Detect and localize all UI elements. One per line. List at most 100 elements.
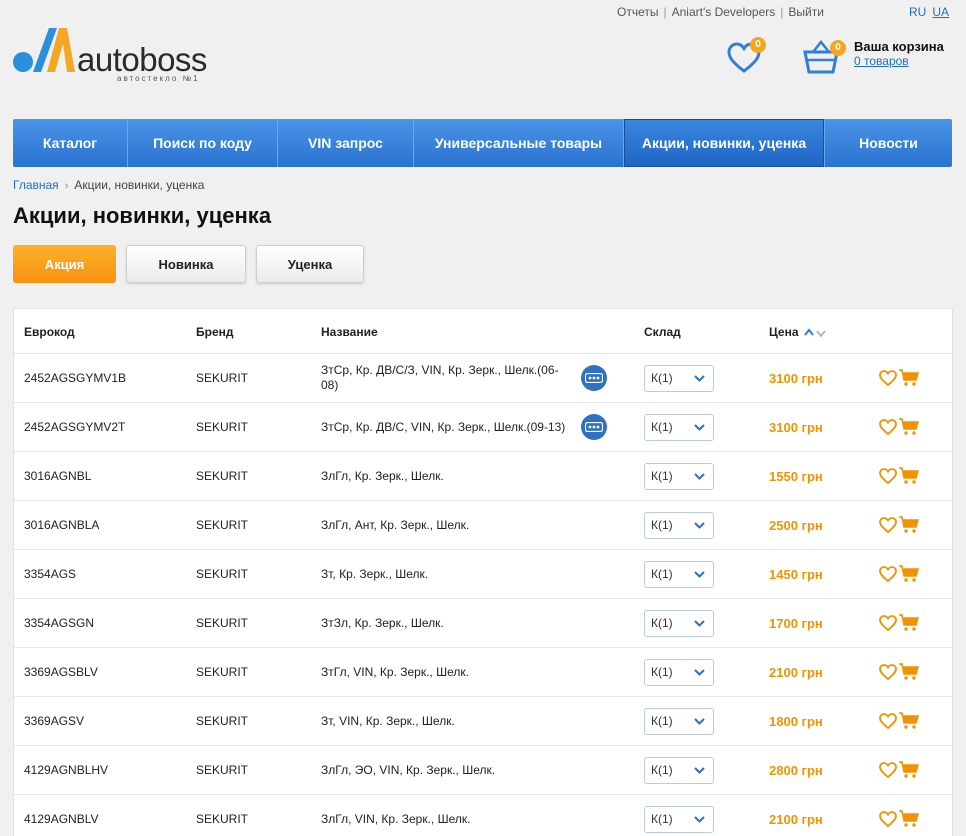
product-name-cell[interactable]: ЗлГл, Кр. Зерк., Шелк.	[321, 452, 569, 500]
cart-count-link[interactable]: 0 товаров	[854, 54, 909, 68]
stock-cell: К(1)	[644, 599, 714, 647]
eurocode-cell[interactable]: 2452AGSGYMV2T	[24, 403, 125, 451]
table-row: 4129AGNBLV SEKURIT ЗлГл, VIN, Кр. Зерк., Ш…	[14, 795, 952, 836]
stock-select-value: К(1)	[651, 763, 673, 777]
column-header-price[interactable]: Цена	[769, 325, 828, 339]
product-name-cell[interactable]: ЗтЗл, Кр. Зерк., Шелк.	[321, 599, 569, 647]
table-row: 3016AGNBLA SEKURIT ЗлГл, Ант, Кр. Зерк., Ш…	[14, 501, 952, 550]
stock-select[interactable]: К(1)	[644, 462, 714, 490]
brand-cell: SEKURIT	[196, 812, 249, 826]
reports-link[interactable]: Отчеты	[617, 5, 658, 19]
stock-select-value: К(1)	[651, 420, 673, 434]
eurocode-cell[interactable]: 4129AGNBLV	[24, 795, 99, 836]
row-actions	[879, 550, 919, 598]
heart-outline-icon[interactable]	[879, 419, 897, 435]
table-row: 3354AGS SEKURIT Зт, Кр. Зерк., Шелк. К(1) 14…	[14, 550, 952, 599]
brand-cell: SEKURIT	[196, 665, 249, 679]
stock-select[interactable]: К(1)	[644, 805, 714, 833]
cart-icon[interactable]	[899, 810, 919, 828]
breadcrumb-home-link[interactable]: Главная	[13, 178, 59, 192]
product-name-cell[interactable]: Зт, Кр. Зерк., Шелк.	[321, 550, 569, 598]
stock-select[interactable]: К(1)	[644, 707, 714, 735]
heart-outline-icon[interactable]	[879, 615, 897, 631]
product-name-cell[interactable]: Зт, VIN, Кр. Зерк., Шелк.	[321, 697, 569, 745]
cart-button[interactable]: 0	[803, 38, 846, 74]
nav-item-vin-request[interactable]: VIN запрос	[278, 119, 414, 167]
chevron-down-icon	[694, 717, 705, 725]
stock-select[interactable]: К(1)	[644, 413, 714, 441]
tab-promo[interactable]: Акция	[13, 245, 116, 283]
eurocode-cell[interactable]: 3354AGSGN	[24, 599, 94, 647]
eurocode-cell[interactable]: 2452AGSGYMV1B	[24, 354, 126, 402]
tab-discount[interactable]: Уценка	[256, 245, 364, 283]
stock-select[interactable]: К(1)	[644, 511, 714, 539]
heart-outline-icon[interactable]	[879, 713, 897, 729]
heart-outline-icon[interactable]	[879, 811, 897, 827]
column-header-code[interactable]: Еврокод	[24, 325, 75, 339]
wishlist-button[interactable]: 0	[727, 37, 766, 74]
nav-item-code-search[interactable]: Поиск по коду	[128, 119, 278, 167]
column-header-stock[interactable]: Склад	[644, 325, 681, 339]
row-actions	[879, 648, 919, 696]
product-name-cell[interactable]: ЗтСр, Кр. ДВ/С, VIN, Кр. Зерк., Шелк.(09…	[321, 403, 569, 451]
nav-item-catalog[interactable]: Каталог	[13, 119, 128, 167]
product-name-cell[interactable]: ЗтСр, Кр. ДВ/С/З, VIN, Кр. Зерк., Шелк.(…	[321, 354, 569, 402]
price-cell: 1450 грн	[769, 566, 823, 582]
stock-select[interactable]: К(1)	[644, 364, 714, 392]
nav-item-universal-goods[interactable]: Универсальные товары	[414, 119, 624, 167]
stock-select[interactable]: К(1)	[644, 609, 714, 637]
stock-select[interactable]: К(1)	[644, 560, 714, 588]
sort-icon[interactable]	[804, 328, 828, 338]
glass-feature-icon[interactable]	[581, 414, 607, 440]
cart-icon[interactable]	[899, 565, 919, 583]
heart-outline-icon[interactable]	[879, 566, 897, 582]
product-name-cell[interactable]: ЗлГл, VIN, Кр. Зерк., Шелк.	[321, 795, 569, 836]
stock-select-value: К(1)	[651, 371, 673, 385]
stock-select-value: К(1)	[651, 567, 673, 581]
cart-icon[interactable]	[899, 369, 919, 387]
stock-select[interactable]: К(1)	[644, 658, 714, 686]
top-links: Отчеты | Aniart's Developers | Выйти	[617, 5, 824, 19]
product-name-cell[interactable]: ЗлГл, ЭО, VIN, Кр. Зерк., Шелк.	[321, 746, 569, 794]
column-header-brand[interactable]: Бренд	[196, 325, 234, 339]
nav-item-news[interactable]: Новости	[825, 119, 952, 167]
glass-feature-icon[interactable]	[581, 365, 607, 391]
eurocode-cell[interactable]: 3016AGNBL	[24, 452, 91, 500]
lang-ua-link[interactable]: UA	[932, 5, 949, 19]
heart-outline-icon[interactable]	[879, 370, 897, 386]
stock-select[interactable]: К(1)	[644, 756, 714, 784]
column-header-name[interactable]: Название	[321, 325, 378, 339]
lang-ru-link[interactable]: RU	[909, 5, 926, 19]
eurocode-cell[interactable]: 3369AGSBLV	[24, 648, 98, 696]
cart-icon[interactable]	[899, 467, 919, 485]
chevron-down-icon	[694, 374, 705, 382]
cart-icon[interactable]	[899, 516, 919, 534]
tab-new[interactable]: Новинка	[126, 245, 246, 283]
brand-cell: SEKURIT	[196, 518, 249, 532]
heart-outline-icon[interactable]	[879, 762, 897, 778]
eurocode-cell[interactable]: 4129AGNBLHV	[24, 746, 108, 794]
logo[interactable]: autoboss автостекло №1	[13, 24, 213, 84]
product-name-cell[interactable]: ЗлГл, Ант, Кр. Зерк., Шелк.	[321, 501, 569, 549]
stock-select-value: К(1)	[651, 665, 673, 679]
stock-cell: К(1)	[644, 354, 714, 402]
logout-link[interactable]: Выйти	[788, 5, 824, 19]
cart-icon[interactable]	[899, 712, 919, 730]
heart-outline-icon[interactable]	[879, 664, 897, 680]
brand-cell: SEKURIT	[196, 567, 249, 581]
account-link[interactable]: Aniart's Developers	[672, 5, 776, 19]
heart-outline-icon[interactable]	[879, 517, 897, 533]
cart-count-badge: 0	[830, 40, 846, 56]
eurocode-cell[interactable]: 3369AGSV	[24, 697, 84, 745]
price-cell: 2100 грн	[769, 811, 823, 827]
cart-icon[interactable]	[899, 663, 919, 681]
product-name-cell[interactable]: ЗтГл, VIN, Кр. Зерк., Шелк.	[321, 648, 569, 696]
eurocode-cell[interactable]: 3354AGS	[24, 550, 76, 598]
heart-outline-icon[interactable]	[879, 468, 897, 484]
nav-item-promotions[interactable]: Акции, новинки, уценка	[624, 119, 825, 167]
cart-icon[interactable]	[899, 761, 919, 779]
cart-icon[interactable]	[899, 418, 919, 436]
eurocode-cell[interactable]: 3016AGNBLA	[24, 501, 99, 549]
cart-icon[interactable]	[899, 614, 919, 632]
row-actions	[879, 697, 919, 745]
